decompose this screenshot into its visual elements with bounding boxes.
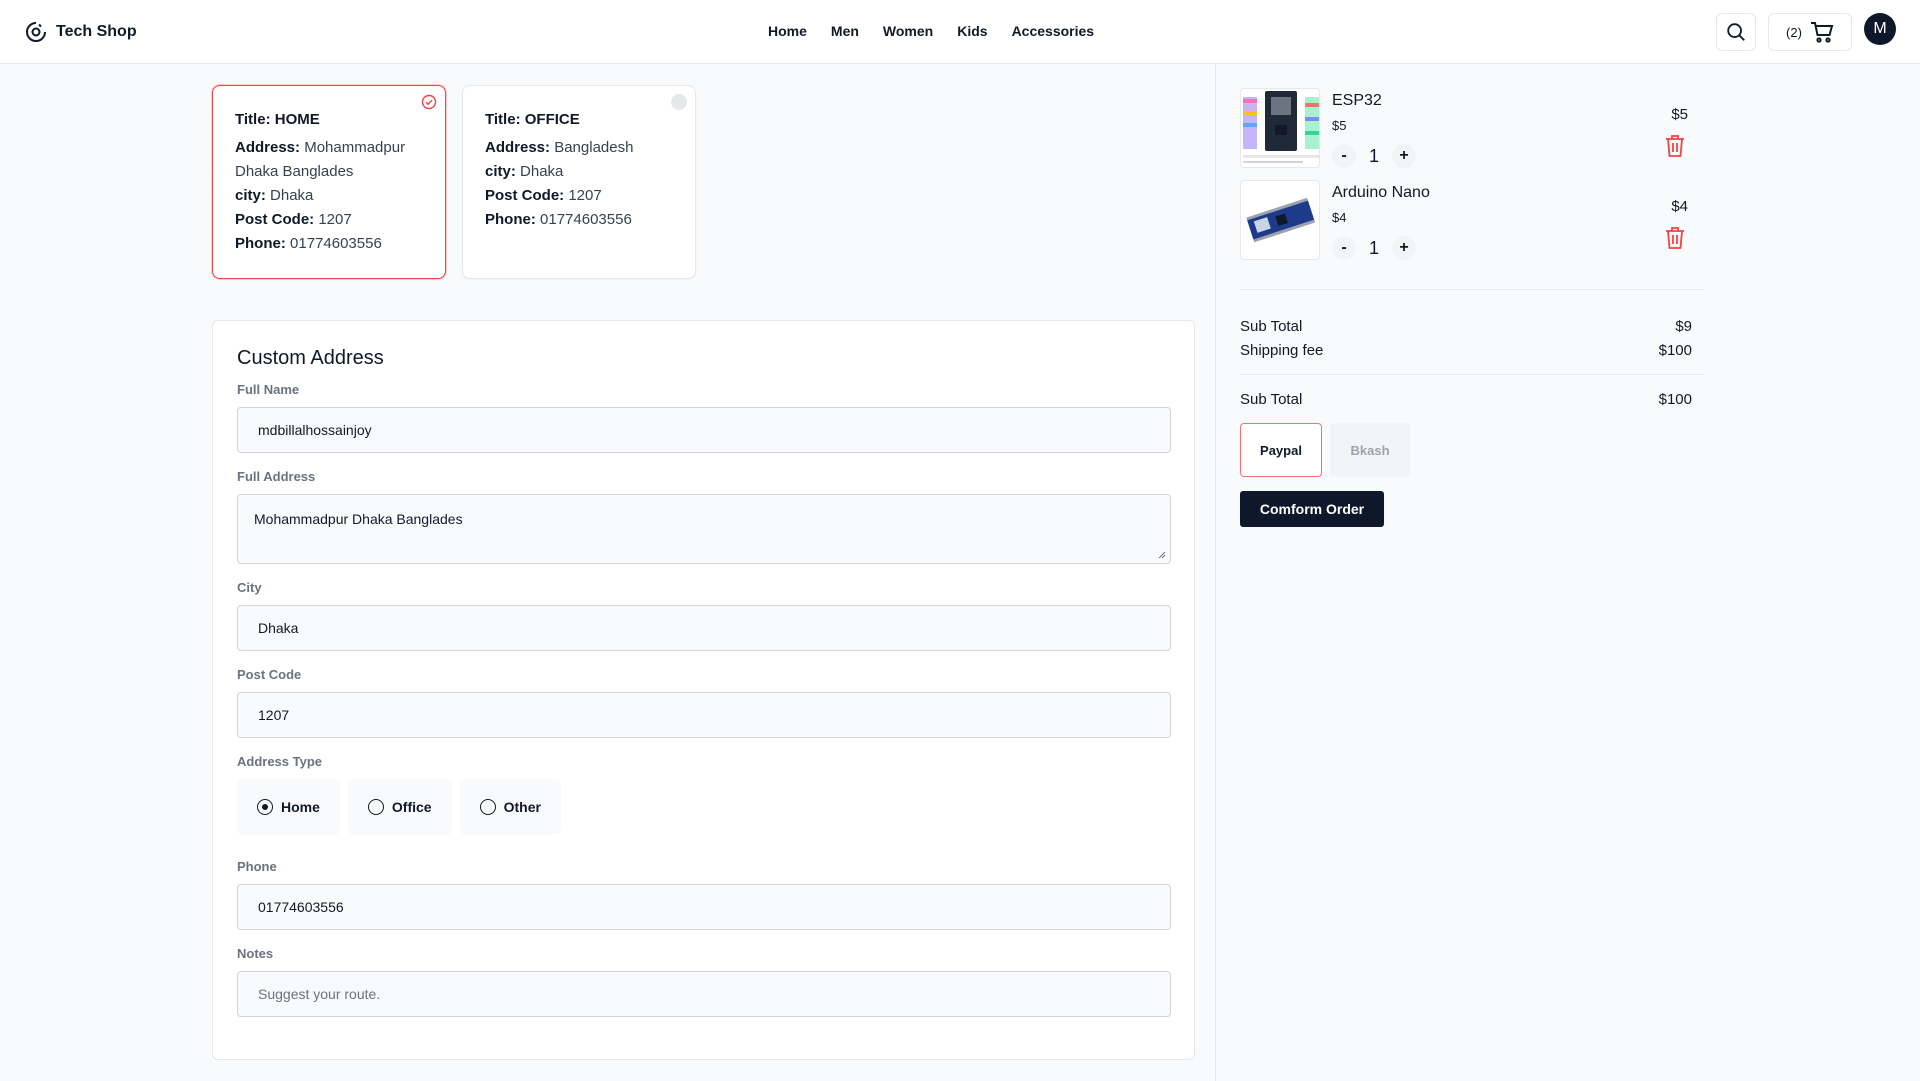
city-label: City [237, 580, 262, 595]
esp32-thumbnail [1240, 88, 1320, 168]
brand-name: Tech Shop [56, 23, 137, 40]
esp32-board-icon [1241, 89, 1319, 167]
payment-bkash-option[interactable]: Bkash [1330, 423, 1410, 477]
resize-grip-icon[interactable] [1158, 551, 1166, 559]
address-card-home[interactable]: Title: HOME Address: Mohammadpur Dhaka B… [212, 85, 446, 279]
address-card-office[interactable]: Title: OFFICE Address: Bangladesh city: … [462, 85, 696, 279]
address-type-home[interactable]: Home [237, 779, 340, 835]
quantity-stepper: - 1 + [1332, 236, 1416, 260]
arduino-board-icon [1241, 181, 1319, 259]
radio-empty-icon [367, 799, 384, 815]
subtotal-label: Sub Total [1240, 318, 1303, 335]
qty-value: 1 [1368, 145, 1379, 166]
radio-selected-icon [257, 799, 273, 815]
item-name: ESP32 [1332, 92, 1382, 109]
user-avatar[interactable]: M [1864, 13, 1896, 45]
full-address-textarea[interactable]: Mohammadpur Dhaka Banglades [237, 494, 1171, 564]
address-phone: Phone: 01774603556 [485, 211, 632, 228]
item-name: Arduino Nano [1332, 184, 1430, 201]
cart-item: Arduino Nano $4 - 1 + $4 [1240, 180, 1700, 260]
post-code-label: Post Code [237, 667, 302, 682]
decrease-qty-button[interactable]: - [1332, 144, 1356, 168]
full-address-value: Mohammadpur Dhaka Banglades [254, 511, 463, 527]
shipping-row: Shipping fee $100 [1240, 342, 1692, 359]
top-header: Tech Shop Home Men Women Kids Accessorie… [0, 0, 1920, 64]
subtotal-row: Sub Total $9 [1240, 318, 1692, 335]
nav-accessories[interactable]: Accessories [1012, 23, 1095, 39]
full-name-label: Full Name [237, 382, 300, 397]
trash-icon[interactable] [1664, 134, 1686, 158]
full-address-label: Full Address [237, 469, 316, 484]
address-post-code: Post Code: 1207 [235, 211, 352, 228]
item-price: $5 [1671, 106, 1688, 123]
address-line: Address: Bangladesh [485, 139, 634, 156]
cart-item: ESP32 $5 - 1 + $5 [1240, 88, 1700, 168]
post-code-input[interactable]: 1207 [237, 692, 1171, 738]
total-label: Sub Total [1240, 391, 1303, 408]
main-nav: Home Men Women Kids Accessories [768, 23, 1094, 39]
qty-value: 1 [1368, 237, 1379, 258]
notes-label: Notes [237, 946, 274, 961]
unselected-indicator-icon [671, 94, 687, 110]
check-circle-icon [421, 94, 437, 110]
radio-label: Home [281, 799, 320, 815]
arduino-nano-thumbnail [1240, 180, 1320, 260]
address-type-office[interactable]: Office [347, 779, 452, 835]
panel-divider [1215, 64, 1216, 1081]
address-type-label: Address Type [237, 754, 323, 769]
divider [1240, 289, 1704, 290]
brand-logo[interactable]: Tech Shop [24, 20, 137, 44]
phone-label: Phone [237, 859, 277, 874]
increase-qty-button[interactable]: + [1392, 236, 1416, 260]
cart-button[interactable]: (2) [1768, 13, 1852, 51]
search-icon [1727, 23, 1745, 41]
address-post-code: Post Code: 1207 [485, 187, 602, 204]
search-button[interactable] [1716, 13, 1756, 51]
radio-empty-icon [479, 799, 496, 815]
address-city: city: Dhaka [235, 187, 314, 204]
nav-men[interactable]: Men [831, 23, 859, 39]
shipping-value: $100 [1658, 342, 1692, 359]
address-type-other[interactable]: Other [459, 779, 561, 835]
item-price: $4 [1671, 198, 1688, 215]
item-unit-price: $5 [1332, 118, 1347, 133]
notes-input[interactable]: Suggest your route. [237, 971, 1171, 1017]
nav-kids[interactable]: Kids [957, 23, 987, 39]
address-phone: Phone: 01774603556 [235, 235, 382, 252]
address-title: Title: OFFICE [485, 111, 580, 128]
logo-icon [26, 22, 46, 42]
item-unit-price: $4 [1332, 210, 1347, 225]
total-value: $100 [1658, 391, 1692, 408]
subtotal-value: $9 [1675, 318, 1692, 335]
city-input[interactable]: Dhaka [237, 605, 1171, 651]
form-title: Custom Address [237, 347, 384, 369]
custom-address-form: Custom Address Full Name mdbillalhossain… [212, 320, 1195, 1060]
address-city: city: Dhaka [485, 163, 564, 180]
address-title: Title: HOME [235, 111, 320, 128]
radio-label: Other [503, 799, 541, 815]
quantity-stepper: - 1 + [1332, 144, 1416, 168]
radio-label: Office [391, 799, 432, 815]
shipping-label: Shipping fee [1240, 342, 1324, 359]
trash-icon[interactable] [1664, 226, 1686, 250]
nav-home[interactable]: Home [768, 23, 807, 39]
confirm-order-button[interactable]: Comform Order [1240, 491, 1384, 527]
cart-icon [1810, 22, 1834, 43]
full-name-input[interactable]: mdbillalhossainjoy [237, 407, 1171, 453]
total-row: Sub Total $100 [1240, 391, 1692, 408]
address-line: Address: Mohammadpur Dhaka Banglades [235, 139, 406, 180]
phone-input[interactable]: 01774603556 [237, 884, 1171, 930]
decrease-qty-button[interactable]: - [1332, 236, 1356, 260]
nav-women[interactable]: Women [883, 23, 933, 39]
payment-paypal-option[interactable]: Paypal [1240, 423, 1322, 477]
divider [1240, 374, 1704, 375]
address-type-group: Home Office Other [237, 779, 1170, 835]
increase-qty-button[interactable]: + [1392, 144, 1416, 168]
cart-count: (2) [1786, 24, 1802, 40]
